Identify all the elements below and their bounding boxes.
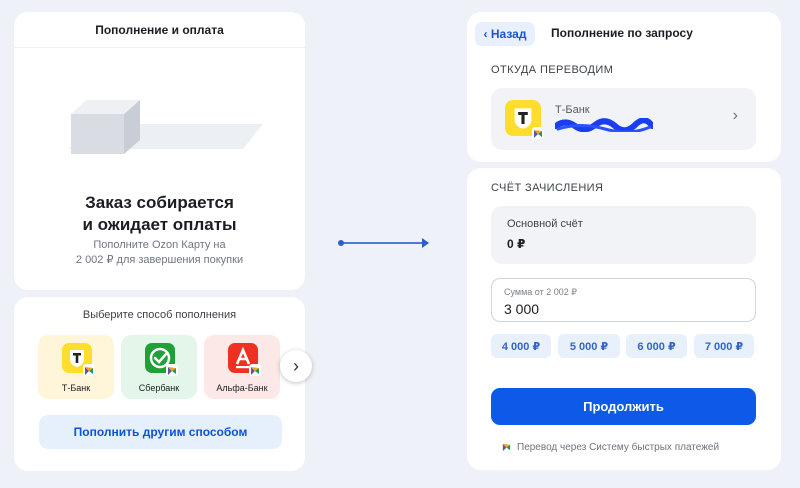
bank-label-alfa: Альфа-Банк (216, 383, 268, 393)
sbp-footer: Перевод через Систему быстрых платежей (501, 442, 719, 453)
order-title-line2: и ожидает оплаты (82, 215, 237, 234)
topup-method-card: Выберите способ пополнения Т-Банк Сберба… (14, 297, 312, 471)
sbp-badge-icon (83, 364, 95, 376)
amount-input[interactable]: Сумма от 2 002 ₽ 3 000 (491, 278, 756, 322)
amount-chip-6000[interactable]: 6 000 ₽ (626, 334, 687, 358)
other-method-button[interactable]: Пополнить другим способом (39, 415, 282, 449)
continue-button[interactable]: Продолжить (491, 388, 756, 425)
transfer-target-card: СЧЁТ ЗАЧИСЛЕНИЯ Основной счёт 0 ₽ Сумма … (467, 168, 781, 470)
package-illustration (68, 100, 263, 154)
account-name: Основной счёт (507, 218, 583, 230)
order-desc-line2: 2 002 ₽ для завершения покупки (75, 254, 244, 266)
sbp-badge-icon (166, 364, 178, 376)
amount-chip-7000[interactable]: 7 000 ₽ (694, 334, 754, 358)
bank-option-alfa[interactable]: Альфа-Банк (204, 335, 280, 399)
back-button[interactable]: ‹ Назад (475, 22, 535, 46)
chevron-right-icon: › (732, 107, 738, 124)
amount-chip-4000[interactable]: 4 000 ₽ (491, 334, 551, 358)
amount-placeholder: Сумма от 2 002 ₽ (504, 287, 577, 297)
order-title: Заказ собирается и ожидает оплаты (14, 192, 305, 236)
sbp-badge-icon (532, 127, 544, 139)
source-bank-name: Т-Банк (555, 104, 590, 116)
tbank-logo-icon (505, 100, 544, 139)
bank-label-tbank: Т-Банк (61, 383, 91, 393)
order-status-card: Пополнение и оплата Заказ собирается и о… (14, 12, 305, 290)
sbp-logo-icon (502, 443, 511, 452)
tbank-logo-icon (62, 343, 95, 376)
source-bank-selector[interactable]: Т-Банк › (491, 88, 756, 150)
order-desc-line1: Пополните Ozon Карту на (93, 239, 226, 251)
transfer-source-card: ‹ Назад Пополнение по запросу ОТКУДА ПЕР… (467, 12, 781, 162)
target-account[interactable]: Основной счёт 0 ₽ (491, 206, 756, 264)
next-banks-button[interactable]: › (280, 350, 312, 382)
flow-arrow-icon (338, 238, 429, 248)
bank-option-tbank[interactable]: Т-Банк (38, 335, 114, 399)
sbp-badge-icon (249, 364, 261, 376)
order-description: Пополните Ozon Карту на 2 002 ₽ для заве… (14, 238, 305, 268)
redacted-account-scribble (555, 118, 653, 132)
choose-method-label: Выберите способ пополнения (82, 309, 237, 321)
from-section-label: ОТКУДА ПЕРЕВОДИМ (491, 64, 614, 76)
to-section-label: СЧЁТ ЗАЧИСЛЕНИЯ (491, 182, 604, 194)
right-header-title: Пополнение по запросу (551, 26, 693, 40)
account-balance: 0 ₽ (507, 237, 526, 251)
sber-logo-icon (145, 343, 178, 376)
bank-label-sber: Сбербанк (138, 383, 180, 393)
bank-option-sber[interactable]: Сбербанк (121, 335, 197, 399)
chevron-right-icon: › (293, 355, 299, 376)
amount-value: 3 000 (504, 301, 540, 317)
alfa-logo-icon (228, 343, 261, 376)
left-header-title: Пополнение и оплата (14, 12, 305, 48)
order-title-line1: Заказ собирается (85, 193, 234, 212)
sbp-note: Перевод через Систему быстрых платежей (517, 442, 720, 453)
amount-chip-5000[interactable]: 5 000 ₽ (558, 334, 620, 358)
